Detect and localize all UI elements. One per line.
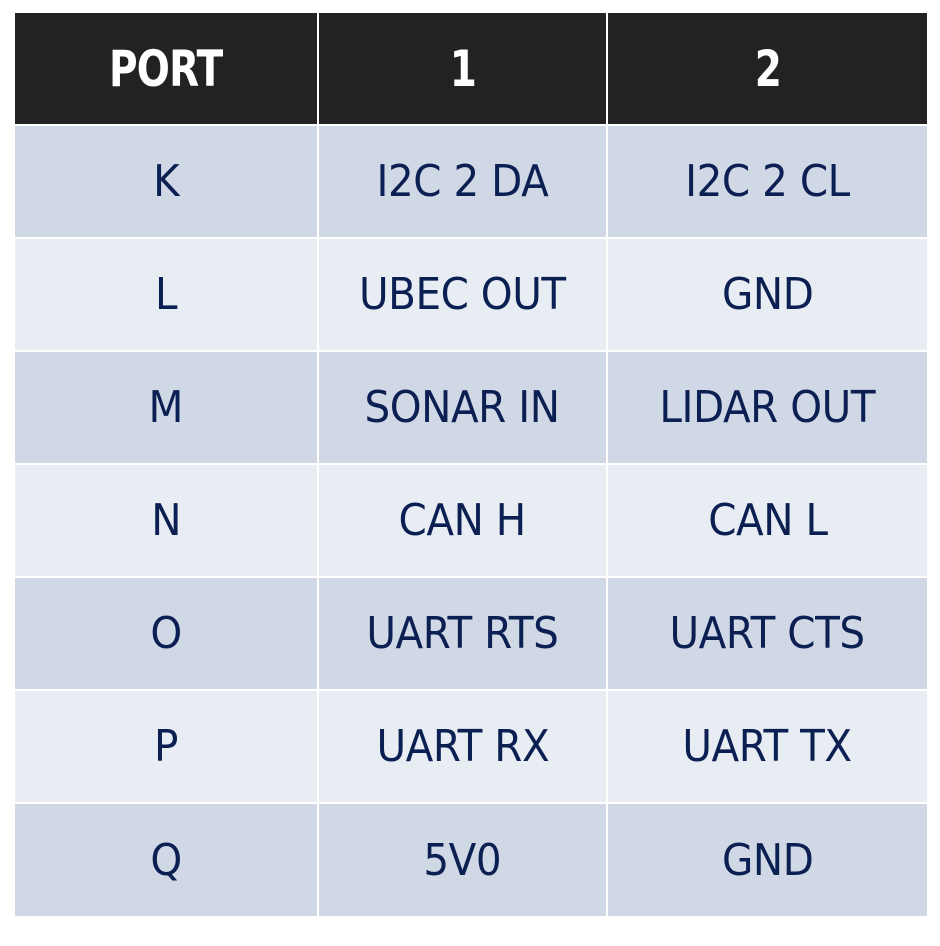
port-cell: O (13, 576, 319, 691)
port-cell: L (13, 237, 319, 352)
table-row: L UBEC OUT GND (13, 237, 929, 352)
pin-1-cell: CAN H (317, 463, 608, 578)
table-row: O UART RTS UART CTS (13, 576, 929, 691)
pin-2-cell: GND (606, 237, 929, 352)
table-body: K I2C 2 DA I2C 2 CL L UBEC OUT GND M SON… (13, 124, 929, 918)
header-pin-1: 1 (317, 13, 608, 126)
table-row: Q 5V0 GND (13, 802, 929, 918)
pin-1-cell: UART RTS (317, 576, 608, 691)
table-row: K I2C 2 DA I2C 2 CL (13, 124, 929, 239)
pin-2-cell: UART CTS (606, 576, 929, 691)
pin-1-cell: 5V0 (317, 802, 608, 918)
pin-2-cell: UART TX (606, 689, 929, 804)
port-cell: N (13, 463, 319, 578)
pin-1-cell: SONAR IN (317, 350, 608, 465)
pin-1-cell: UBEC OUT (317, 237, 608, 352)
table-row: P UART RX UART TX (13, 689, 929, 804)
pin-1-cell: I2C 2 DA (317, 124, 608, 239)
port-cell: M (13, 350, 319, 465)
pin-2-cell: GND (606, 802, 929, 918)
port-pinout-table: PORT 1 2 K I2C 2 DA I2C 2 CL L UBEC OUT … (13, 13, 929, 918)
table-row: M SONAR IN LIDAR OUT (13, 350, 929, 465)
header-row: PORT 1 2 (13, 13, 929, 126)
pin-2-cell: CAN L (606, 463, 929, 578)
pin-2-cell: I2C 2 CL (606, 124, 929, 239)
port-cell: Q (13, 802, 319, 918)
port-cell: K (13, 124, 319, 239)
pin-2-cell: LIDAR OUT (606, 350, 929, 465)
pin-1-cell: UART RX (317, 689, 608, 804)
table-header: PORT 1 2 (13, 13, 929, 126)
header-port: PORT (13, 13, 319, 126)
port-cell: P (13, 689, 319, 804)
port-pinout-table-container: PORT 1 2 K I2C 2 DA I2C 2 CL L UBEC OUT … (13, 13, 929, 918)
header-pin-2: 2 (606, 13, 929, 126)
table-row: N CAN H CAN L (13, 463, 929, 578)
